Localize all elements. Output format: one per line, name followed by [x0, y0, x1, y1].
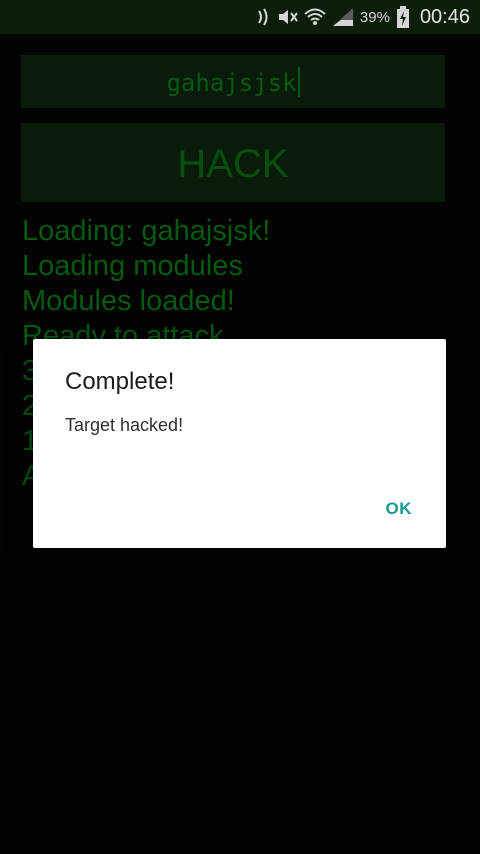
- battery-charging-icon: [396, 6, 410, 28]
- nfc-icon: [256, 8, 272, 26]
- ok-button[interactable]: OK: [386, 499, 413, 519]
- battery-percent: 39%: [359, 8, 390, 26]
- dialog-message: Target hacked!: [65, 415, 184, 435]
- signal-icon: [332, 7, 354, 27]
- mute-icon: [278, 8, 298, 26]
- status-icons: 39% 00:46: [256, 0, 470, 34]
- app-screen: 39% 00:46 gahajsjsk HACK Loading: gahajs…: [0, 0, 480, 854]
- dialog-title: Complete!: [65, 368, 175, 395]
- status-clock: 00:46: [419, 5, 470, 28]
- status-bar: 39% 00:46: [0, 0, 480, 34]
- alert-dialog: Complete! Target hacked! OK: [33, 339, 446, 548]
- wifi-icon: [304, 7, 326, 27]
